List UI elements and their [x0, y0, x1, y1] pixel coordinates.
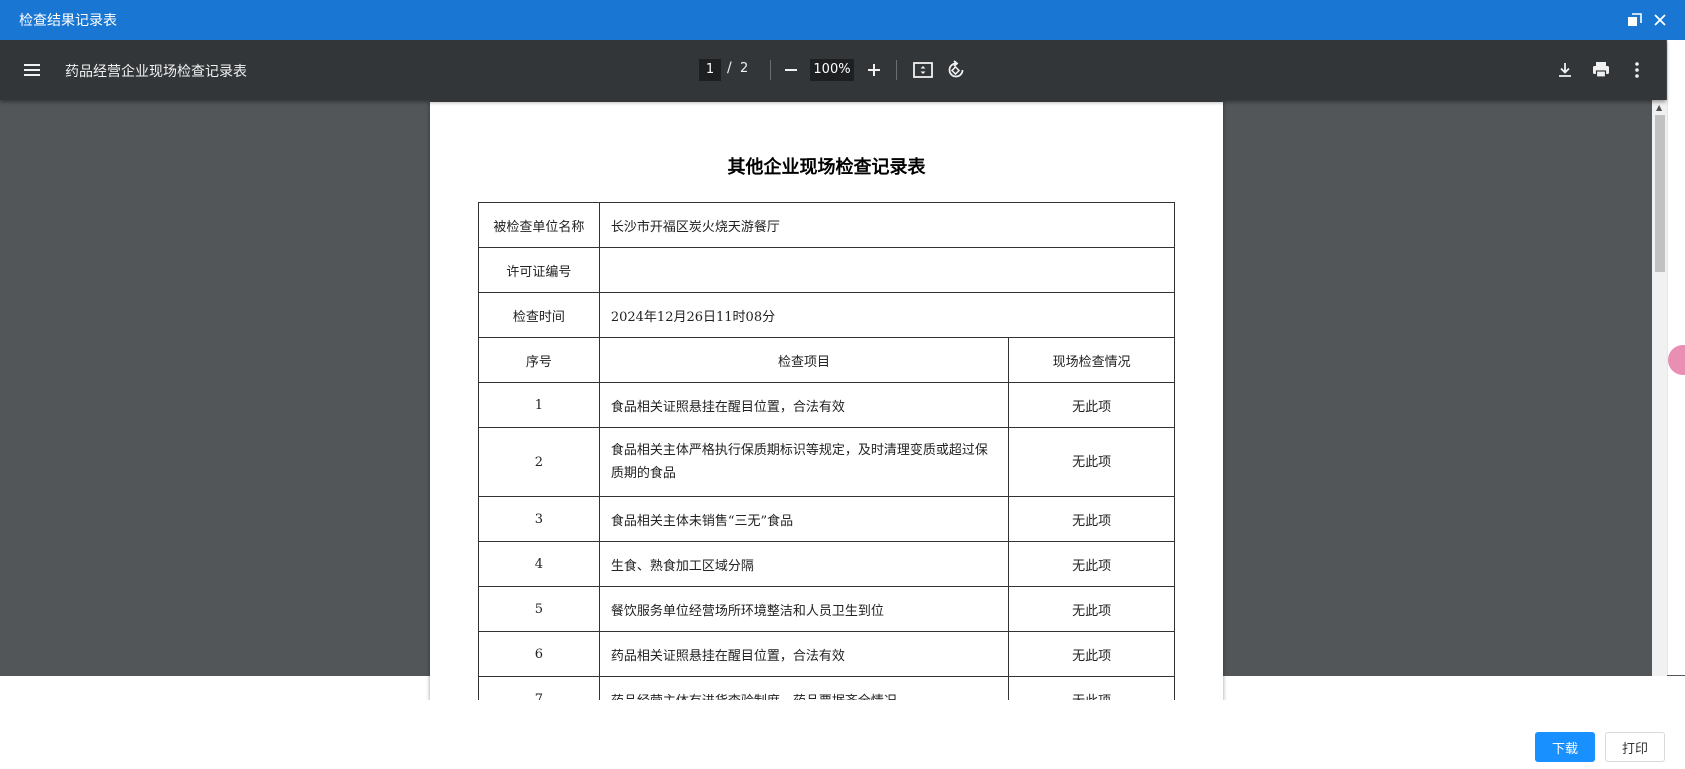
row-result: 无此项 [1008, 427, 1175, 497]
info-label: 被检查单位名称 [478, 202, 600, 248]
vertical-scrollbar[interactable]: ▲ ▼ [1652, 100, 1667, 700]
info-row: 许可证编号 [478, 247, 1176, 293]
info-row: 检查时间 2024年12月26日11时08分 [478, 292, 1176, 338]
row-number: 5 [478, 586, 600, 632]
row-result: 无此项 [1008, 676, 1175, 700]
page-number-input[interactable]: 1 [699, 59, 721, 81]
info-value: 长沙市开福区炭火烧天游餐厅 [598, 202, 1176, 248]
row-item: 药品经营主体有进货查验制度，药品票据齐全情况 [598, 676, 1010, 700]
row-result: 无此项 [1008, 496, 1175, 542]
info-label: 检查时间 [478, 292, 600, 338]
more-options-icon[interactable] [1625, 58, 1649, 82]
info-value [598, 247, 1176, 293]
document-title: 药品经营企业现场检查记录表 [65, 64, 247, 80]
zoom-out-icon[interactable] [779, 58, 803, 82]
rotate-icon[interactable] [944, 58, 968, 82]
toolbar-divider [896, 60, 897, 80]
page-total: 2 [740, 61, 749, 76]
page-separator: / [727, 60, 732, 76]
row-number: 4 [478, 541, 600, 587]
restore-icon[interactable] [1626, 11, 1644, 29]
zoom-in-icon[interactable] [862, 58, 886, 82]
row-item: 食品相关主体严格执行保质期标识等规定，及时清理变质或超过保质期的食品 [598, 427, 1010, 497]
inspection-table: 被检查单位名称 长沙市开福区炭火烧天游餐厅 许可证编号 检查时间 2024年12… [478, 202, 1176, 700]
vertical-scroll-thumb[interactable] [1655, 115, 1665, 272]
row-item: 食品相关证照悬挂在醒目位置，合法有效 [598, 382, 1010, 428]
pdf-toolbar: 药品经营企业现场检查记录表 1 / 2 100% [0, 40, 1666, 100]
column-header: 序号 [478, 337, 600, 383]
row-item: 药品相关证照悬挂在醒目位置，合法有效 [598, 631, 1010, 677]
info-label: 许可证编号 [478, 247, 600, 293]
print-button[interactable]: 打印 [1605, 732, 1665, 762]
row-result: 无此项 [1008, 631, 1175, 677]
row-item: 餐饮服务单位经营场所环境整洁和人员卫生到位 [598, 586, 1010, 632]
row-result: 无此项 [1008, 382, 1175, 428]
document-heading: 其他企业现场检查记录表 [727, 157, 926, 178]
table-row: 5 餐饮服务单位经营场所环境整洁和人员卫生到位 无此项 [478, 586, 1175, 632]
row-number: 1 [478, 382, 600, 428]
row-number: 6 [478, 631, 600, 677]
download-button[interactable]: 下载 [1535, 732, 1595, 762]
row-number: 3 [478, 496, 600, 542]
row-item: 生食、熟食加工区域分隔 [598, 541, 1010, 587]
pdf-page: 其他企业现场检查记录表 被检查单位名称 长沙市开福区炭火烧天游餐厅 许可证编号 … [430, 102, 1223, 700]
print-icon[interactable] [1589, 58, 1613, 82]
info-row: 被检查单位名称 长沙市开福区炭火烧天游餐厅 [478, 202, 1176, 248]
info-value: 2024年12月26日11时08分 [598, 292, 1176, 338]
download-icon[interactable] [1553, 58, 1577, 82]
pdf-viewer: 药品经营企业现场检查记录表 1 / 2 100% 其他企业现场检查记录表 被检查… [0, 40, 1685, 700]
column-header: 现场检查情况 [1008, 337, 1175, 383]
table-row: 2 食品相关主体严格执行保质期标识等规定，及时清理变质或超过保质期的食品 无此项 [478, 427, 1175, 497]
row-result: 无此项 [1008, 586, 1175, 632]
menu-icon[interactable] [20, 58, 44, 82]
table-header-row: 序号 检查项目 现场检查情况 [478, 337, 1175, 383]
close-icon[interactable] [1651, 11, 1669, 29]
row-number: 7 [478, 676, 600, 700]
toolbar-divider [770, 60, 771, 80]
table-row: 4 生食、熟食加工区域分隔 无此项 [478, 541, 1175, 587]
table-row: 3 食品相关主体未销售“三无”食品 无此项 [478, 496, 1175, 542]
table-row: 6 药品相关证照悬挂在醒目位置，合法有效 无此项 [478, 631, 1175, 677]
row-result: 无此项 [1008, 541, 1175, 587]
row-item: 食品相关主体未销售“三无”食品 [598, 496, 1010, 542]
scroll-up-icon[interactable]: ▲ [1656, 103, 1662, 112]
table-row: 1 食品相关证照悬挂在醒目位置，合法有效 无此项 [478, 382, 1175, 428]
table-row: 7 药品经营主体有进货查验制度，药品票据齐全情况 无此项 [478, 676, 1175, 700]
column-header: 检查项目 [598, 337, 1010, 383]
fit-page-icon[interactable] [911, 58, 935, 82]
zoom-input[interactable]: 100% [810, 59, 854, 81]
dialog-title: 检查结果记录表 [19, 13, 117, 29]
row-number: 2 [478, 427, 600, 497]
dialog-titlebar: 检查结果记录表 [0, 0, 1685, 40]
